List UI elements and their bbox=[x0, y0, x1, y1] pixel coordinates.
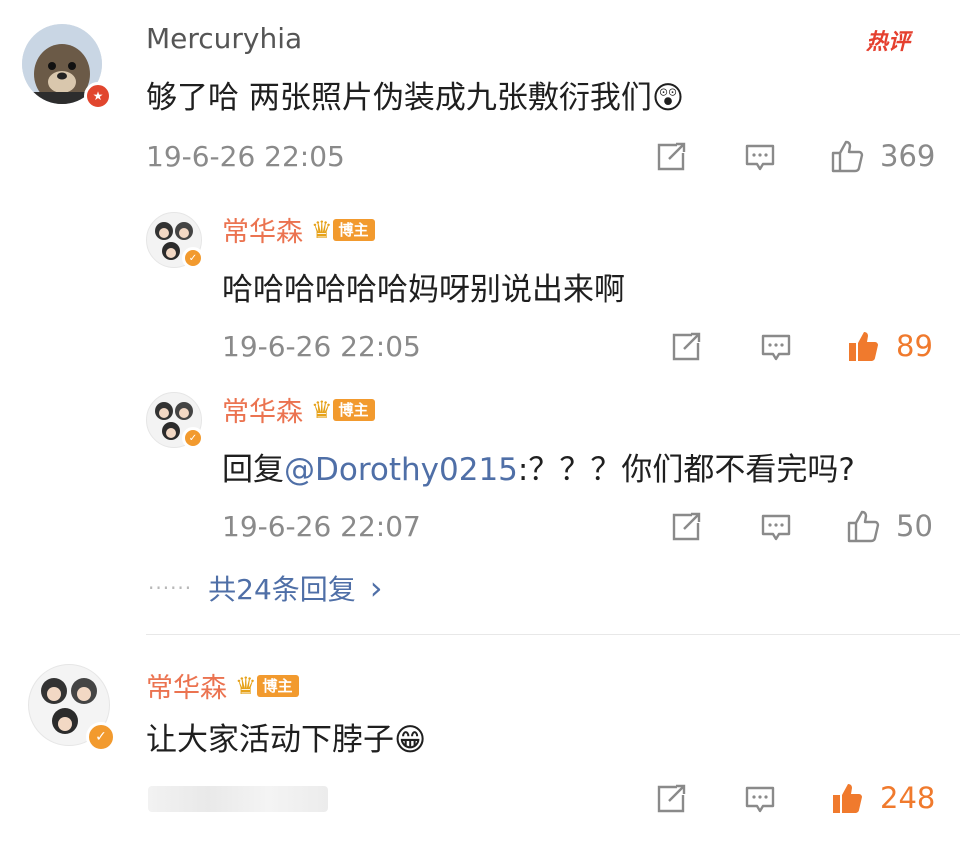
comment-body: 让大家活动下脖子 bbox=[146, 722, 394, 758]
thumbs-up-filled-icon bbox=[830, 780, 866, 816]
grinning-emoji-icon: 😁 bbox=[394, 722, 427, 758]
username[interactable]: 常华森 bbox=[146, 666, 227, 705]
username[interactable]: 常华森 bbox=[222, 390, 303, 429]
comment-body: 够了哈 两张照片伪装成九张敷衍我们 bbox=[146, 80, 652, 116]
crown-icon: ♛ bbox=[235, 671, 257, 700]
repost-icon[interactable] bbox=[670, 332, 702, 362]
comment-text: 让大家活动下脖子😁 bbox=[146, 714, 426, 759]
crown-icon: ♛ bbox=[311, 395, 333, 424]
repost-icon[interactable] bbox=[670, 512, 702, 542]
username-row: 常华森 ♛ 博主 bbox=[146, 666, 299, 705]
thumbs-up-filled-icon bbox=[846, 328, 882, 364]
thumbs-up-icon bbox=[830, 138, 866, 174]
like-button[interactable]: 369 bbox=[830, 138, 935, 174]
like-button[interactable]: 248 bbox=[830, 780, 935, 816]
red-star-badge-icon: ★ bbox=[84, 82, 112, 110]
repost-icon[interactable] bbox=[655, 142, 687, 172]
verified-badge-icon: ✓ bbox=[182, 247, 204, 269]
username[interactable]: 常华森 bbox=[222, 210, 303, 249]
like-button[interactable]: 50 bbox=[846, 508, 933, 544]
like-count: 248 bbox=[880, 781, 936, 815]
comment-icon[interactable] bbox=[760, 333, 792, 363]
thumbs-up-icon bbox=[846, 508, 882, 544]
blogger-badge: 博主 bbox=[332, 218, 375, 241]
like-count: 50 bbox=[896, 509, 933, 543]
username[interactable]: Mercuryhia bbox=[146, 22, 302, 55]
more-dots: ······ bbox=[148, 576, 193, 600]
hot-comment-label: 热评 bbox=[866, 24, 910, 56]
surprised-emoji-icon: 😲 bbox=[651, 80, 685, 116]
more-replies-row[interactable]: ······ 共24条回复 › bbox=[148, 568, 383, 608]
crown-icon: ♛ bbox=[311, 215, 333, 244]
username-row: 常华森 ♛ 博主 bbox=[222, 210, 375, 249]
mention-link[interactable]: @Dorothy0215 bbox=[284, 452, 518, 488]
timestamp: 19-6-26 22:07 bbox=[222, 510, 421, 543]
timestamp: 19-6-26 22:05 bbox=[222, 330, 421, 363]
like-button[interactable]: 89 bbox=[846, 328, 933, 364]
repost-icon[interactable] bbox=[655, 784, 687, 814]
username-row: 常华森 ♛ 博主 bbox=[222, 390, 375, 429]
blogger-badge: 博主 bbox=[332, 398, 375, 421]
comment-icon[interactable] bbox=[744, 143, 776, 173]
timestamp: 19-6-26 22:05 bbox=[146, 140, 345, 173]
divider bbox=[146, 634, 960, 635]
chevron-right-icon: › bbox=[369, 569, 383, 607]
comment-icon[interactable] bbox=[760, 513, 792, 543]
comment-icon[interactable] bbox=[744, 785, 776, 815]
verified-badge-icon: ✓ bbox=[86, 722, 116, 752]
reply-body: :？？？你们都不看完吗? bbox=[517, 452, 855, 488]
blogger-badge: 博主 bbox=[256, 674, 299, 697]
reply-text: 哈哈哈哈哈哈妈呀别说出来啊 bbox=[222, 272, 625, 308]
comment-text: 够了哈 两张照片伪装成九张敷衍我们😲 bbox=[146, 72, 684, 117]
hot-label-text: 热评 bbox=[866, 30, 911, 55]
blurred-timestamp bbox=[148, 786, 328, 812]
like-count: 89 bbox=[896, 329, 933, 363]
reply-prefix: 回复 bbox=[222, 452, 284, 488]
verified-badge-icon: ✓ bbox=[182, 427, 204, 449]
like-count: 369 bbox=[880, 139, 936, 173]
reply-text: 回复@Dorothy0215:？？？你们都不看完吗? bbox=[222, 444, 855, 489]
more-replies-link[interactable]: 共24条回复 bbox=[208, 568, 356, 608]
